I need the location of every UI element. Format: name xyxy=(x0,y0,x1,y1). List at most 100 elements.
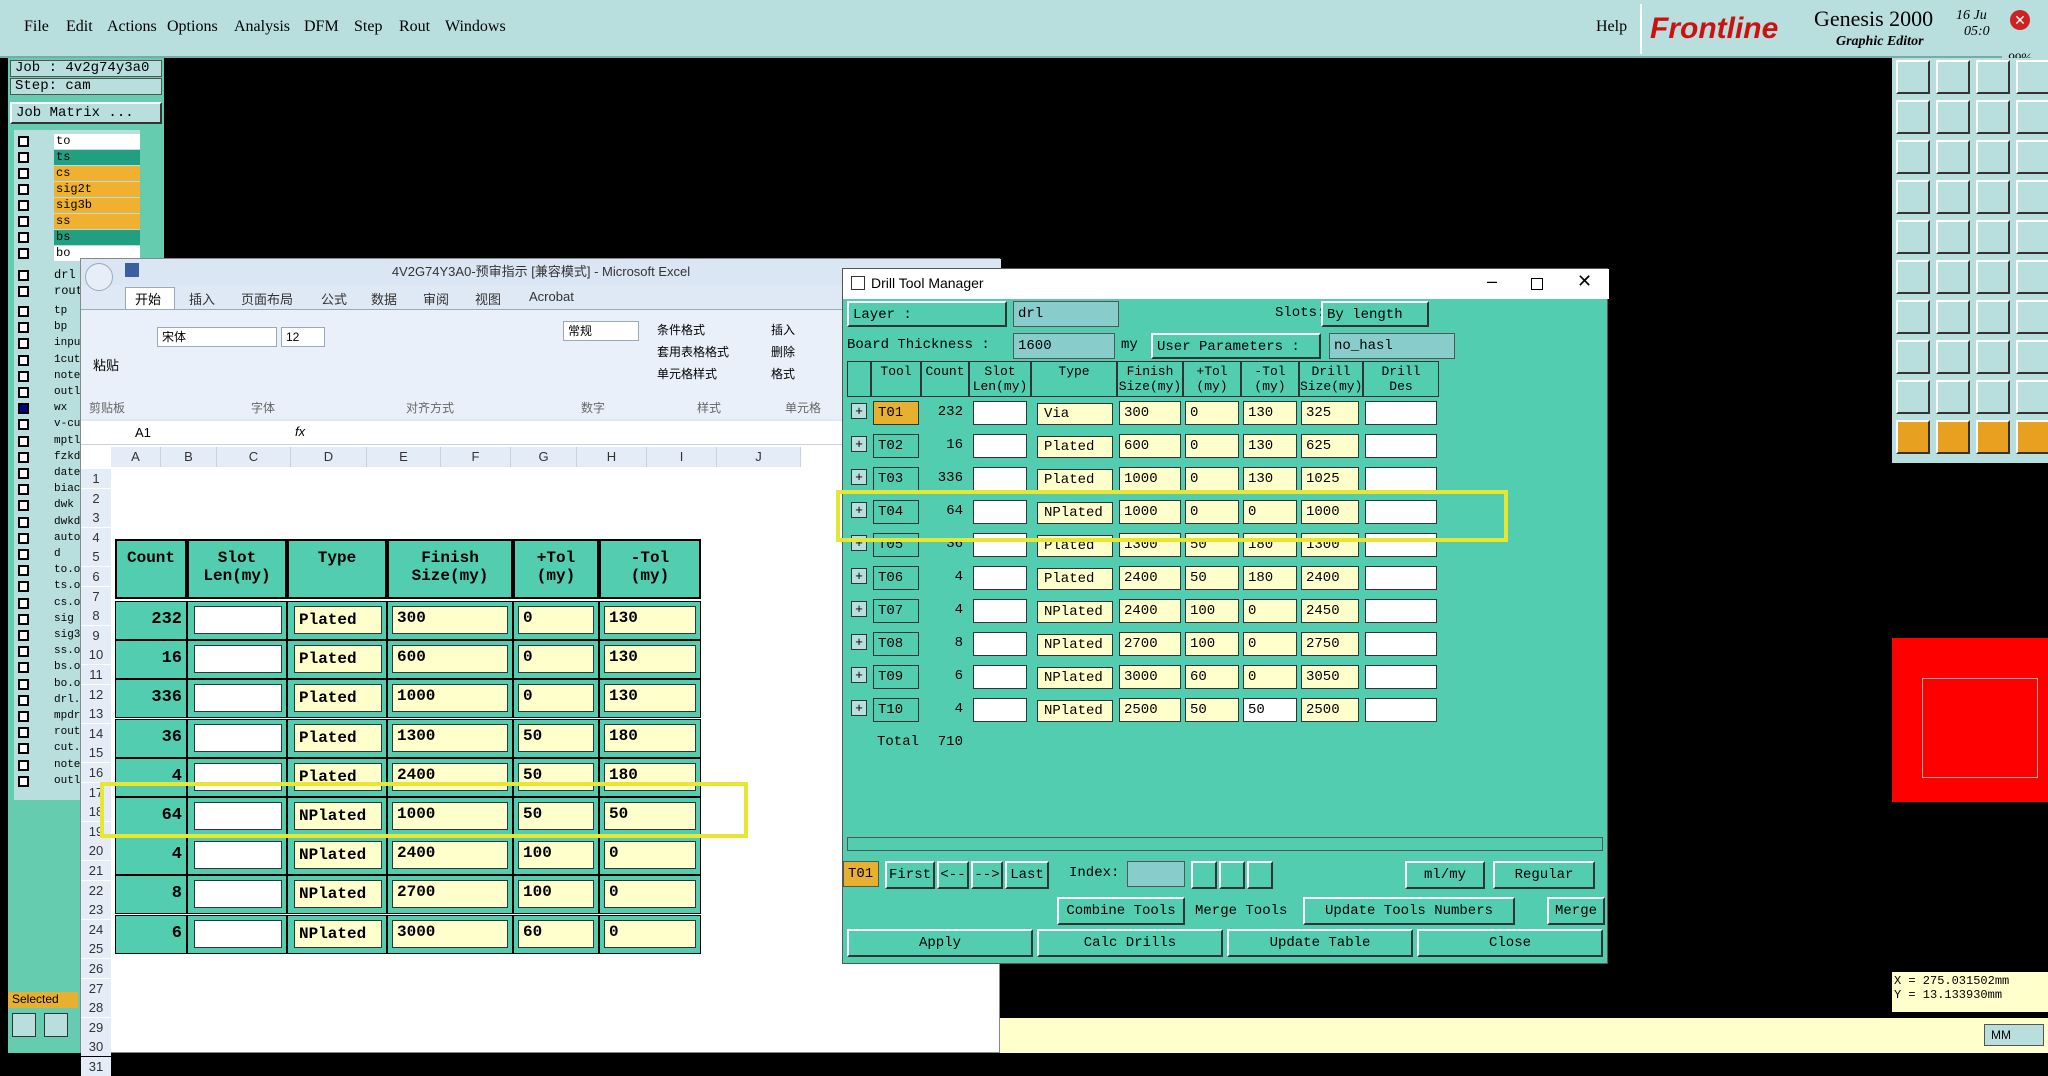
row-header[interactable]: 10 xyxy=(81,645,111,665)
tool-button-icon[interactable] xyxy=(1976,300,2010,334)
type-select[interactable]: Plated xyxy=(294,684,382,713)
row-header[interactable]: 17 xyxy=(81,782,111,802)
drill-des-input[interactable] xyxy=(1365,401,1437,425)
menu-help-label[interactable]: Help xyxy=(1596,18,1627,36)
drill-des-input[interactable] xyxy=(1365,698,1437,722)
ntol-input[interactable]: 0 xyxy=(1243,599,1297,623)
row-header[interactable]: 29 xyxy=(81,1017,111,1037)
type-select[interactable]: Plated xyxy=(294,723,382,752)
layer-row[interactable]: sig2t xyxy=(14,182,140,198)
column-header[interactable]: I xyxy=(647,447,717,467)
row-header[interactable]: 25 xyxy=(81,939,111,959)
slot-input[interactable] xyxy=(194,606,282,634)
layer-checkbox[interactable] xyxy=(18,168,29,179)
layer-checkbox[interactable] xyxy=(18,338,29,350)
type-select[interactable]: NPlated xyxy=(1037,634,1113,656)
finish-input[interactable]: 600 xyxy=(1119,434,1181,458)
apply-button[interactable]: Apply xyxy=(847,929,1033,957)
finish-input[interactable]: 1000 xyxy=(1119,500,1181,524)
drill-input[interactable]: 2500 xyxy=(1301,698,1359,722)
ptol-input[interactable]: 100 xyxy=(518,841,594,870)
layer-checkbox[interactable] xyxy=(18,136,29,147)
column-header[interactable]: F xyxy=(441,447,511,467)
column-header[interactable]: C xyxy=(217,447,291,467)
tool-button-icon[interactable] xyxy=(2016,340,2048,374)
drill-des-input[interactable] xyxy=(1365,533,1437,557)
slot-len-input[interactable] xyxy=(973,500,1027,524)
format-cells-button[interactable]: 格式 xyxy=(771,365,795,382)
type-select[interactable]: NPlated xyxy=(294,919,382,948)
layer-checkbox[interactable] xyxy=(18,484,29,496)
tool-button-icon[interactable] xyxy=(2016,420,2048,454)
layer-checkbox[interactable] xyxy=(18,678,29,690)
layer-checkbox[interactable] xyxy=(18,419,29,431)
expand-icon[interactable]: + xyxy=(851,700,867,716)
ptol-input[interactable]: 60 xyxy=(1185,665,1239,689)
type-select[interactable]: NPlated xyxy=(294,802,382,830)
tool-button-icon[interactable] xyxy=(1896,380,1930,414)
layer-checkbox[interactable] xyxy=(18,468,29,479)
ptol-input[interactable]: 100 xyxy=(1185,632,1239,656)
menu-rout[interactable]: Rout xyxy=(399,18,430,36)
expand-icon[interactable]: + xyxy=(851,403,867,419)
drill-input[interactable]: 2400 xyxy=(1301,566,1359,590)
ntol-input[interactable]: 0 xyxy=(604,841,696,870)
finish-input[interactable]: 1000 xyxy=(392,684,508,713)
finish-input[interactable]: 600 xyxy=(392,645,508,674)
menu-options[interactable]: Options xyxy=(167,18,218,36)
tool-button-icon[interactable] xyxy=(1936,140,1970,174)
tool-button-icon[interactable] xyxy=(1896,300,1930,334)
layer-row[interactable]: ts xyxy=(14,150,140,166)
name-box[interactable]: A1 xyxy=(135,425,151,440)
drill-des-input[interactable] xyxy=(1365,434,1437,458)
layer-row[interactable]: sig3b xyxy=(14,198,140,214)
layer-checkbox[interactable] xyxy=(18,646,29,658)
slot-len-input[interactable] xyxy=(973,533,1027,557)
mode-select[interactable]: Regular xyxy=(1493,861,1595,889)
layer-checkbox[interactable] xyxy=(18,184,29,195)
tool-id[interactable]: T01 xyxy=(873,401,919,425)
slot-len-input[interactable] xyxy=(973,665,1027,689)
tool-button-icon[interactable] xyxy=(2016,60,2048,94)
last-button[interactable]: Last xyxy=(1005,861,1049,889)
tool-id[interactable]: T09 xyxy=(873,665,919,689)
column-header[interactable]: H xyxy=(577,447,647,467)
user-parameters-field[interactable]: no_hasl xyxy=(1329,333,1455,359)
layer-checkbox[interactable] xyxy=(18,451,29,463)
tool-button-icon[interactable] xyxy=(2016,220,2048,254)
menu-actions[interactable]: Actions xyxy=(107,18,157,36)
type-select[interactable]: NPlated xyxy=(1037,667,1113,689)
row-header[interactable]: 8 xyxy=(81,606,111,626)
units-select[interactable]: MM xyxy=(1984,1024,2044,1046)
ptol-input[interactable]: 0 xyxy=(518,606,594,634)
slot-input[interactable] xyxy=(194,880,282,909)
type-select[interactable]: NPlated xyxy=(1037,502,1113,524)
tool-button-icon[interactable] xyxy=(1976,260,2010,294)
ntol-input[interactable]: 180 xyxy=(604,723,696,752)
layer-checkbox[interactable] xyxy=(18,387,29,398)
tool-id[interactable]: T08 xyxy=(873,632,919,656)
row-header[interactable]: 11 xyxy=(81,665,111,684)
office-button-icon[interactable] xyxy=(85,263,113,291)
tool-button-icon[interactable] xyxy=(1896,180,1930,214)
slot-len-input[interactable] xyxy=(973,467,1027,491)
tool-button-icon[interactable] xyxy=(1976,380,2010,414)
layer-checkbox[interactable] xyxy=(18,711,29,722)
tool-button-icon[interactable] xyxy=(1976,140,2010,174)
layer-row[interactable]: cs xyxy=(14,166,140,182)
tab-data[interactable]: 数据 xyxy=(371,289,397,308)
slot-input[interactable] xyxy=(194,919,282,948)
ntol-input[interactable]: 0 xyxy=(604,919,696,948)
row-header[interactable]: 22 xyxy=(81,880,111,900)
layer-checkbox[interactable] xyxy=(18,354,29,366)
slot-len-input[interactable] xyxy=(973,698,1027,722)
tool-button-icon[interactable] xyxy=(1896,420,1930,454)
paste-button[interactable]: 粘贴 xyxy=(93,355,119,374)
slot-len-input[interactable] xyxy=(973,599,1027,623)
close-button[interactable]: Close xyxy=(1417,929,1603,957)
drill-input[interactable]: 325 xyxy=(1301,401,1359,425)
maximize-icon[interactable] xyxy=(1531,278,1543,290)
tool-button-icon[interactable] xyxy=(1976,60,2010,94)
insert-cells-button[interactable]: 插入 xyxy=(771,321,795,338)
dtm-close-icon[interactable]: ✕ xyxy=(1577,271,1592,292)
